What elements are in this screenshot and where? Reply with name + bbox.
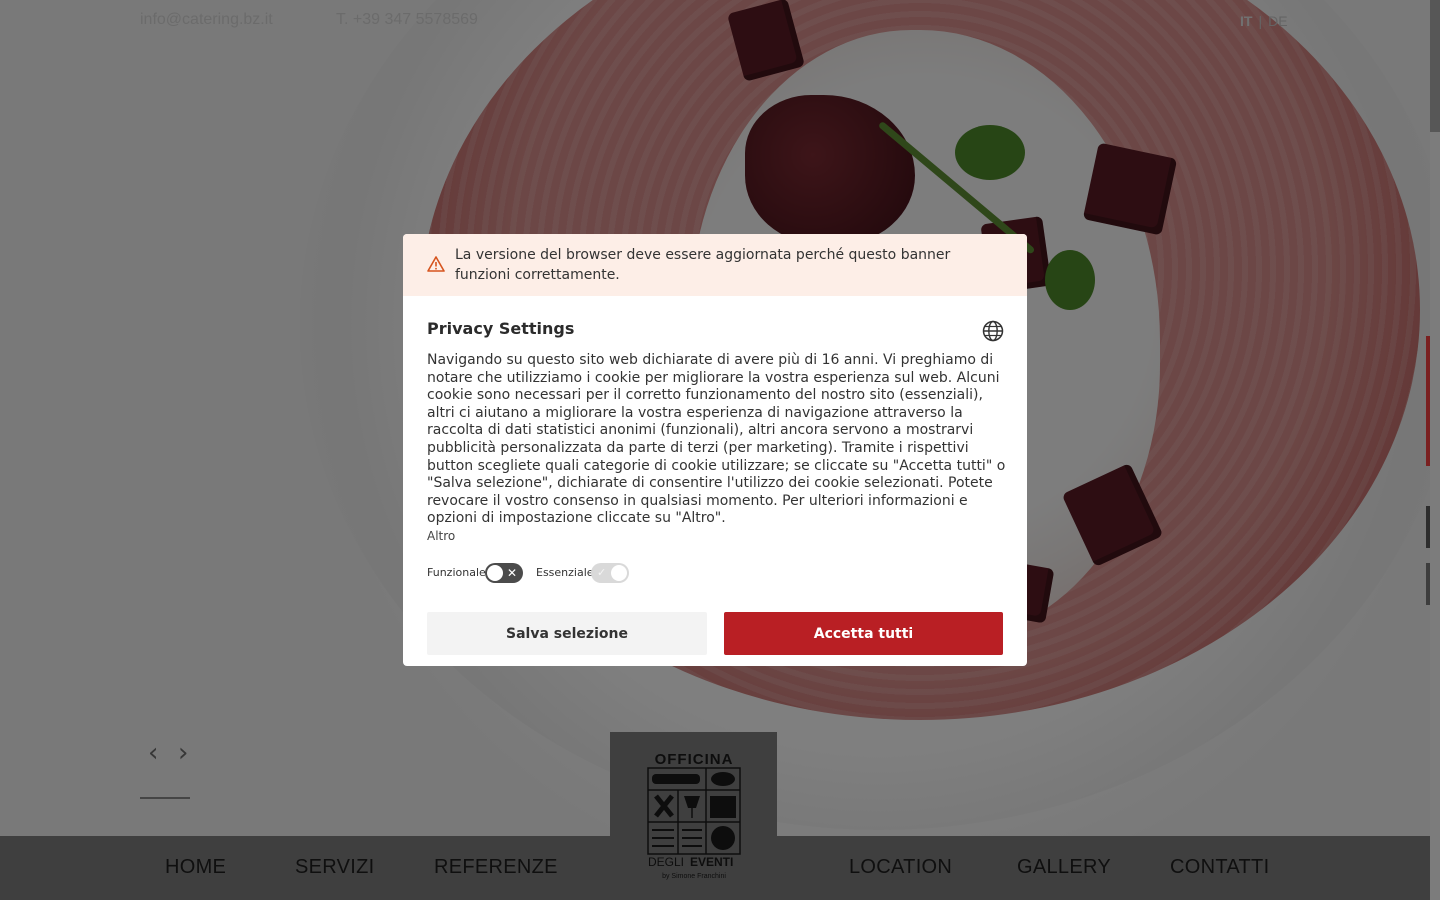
close-icon: ✕ [507, 566, 518, 580]
side-tab-dark[interactable] [1426, 506, 1430, 548]
side-tab-dark[interactable] [1426, 563, 1430, 605]
save-selection-button[interactable]: Salva selezione [427, 612, 707, 655]
consent-description: Navigando su questo sito web dichiarate … [427, 352, 1006, 527]
toggle-essential: ✓ [591, 563, 629, 583]
side-tab-red[interactable] [1426, 336, 1430, 466]
accept-all-button[interactable]: Accetta tutti [724, 612, 1003, 655]
toggle-knob [611, 565, 627, 581]
privacy-settings-dialog: La versione del browser deve essere aggi… [403, 234, 1027, 666]
warning-triangle-icon [427, 256, 445, 272]
toggle-knob [487, 565, 503, 581]
check-icon: ✓ [597, 566, 607, 579]
toggle-functional[interactable]: ✕ [485, 563, 523, 583]
toggle-functional-label: Funzionale [427, 566, 486, 579]
toggle-essential-label: Essenziale [536, 566, 594, 579]
scrollbar-track[interactable] [1430, 0, 1440, 900]
browser-warning-text: La versione del browser deve essere aggi… [455, 247, 951, 283]
dialog-title: Privacy Settings [427, 319, 575, 338]
scrollbar-thumb[interactable] [1430, 0, 1440, 132]
more-link[interactable]: Altro [427, 529, 455, 543]
globe-icon[interactable] [982, 320, 1004, 342]
browser-warning-banner: La versione del browser deve essere aggi… [403, 234, 1027, 296]
